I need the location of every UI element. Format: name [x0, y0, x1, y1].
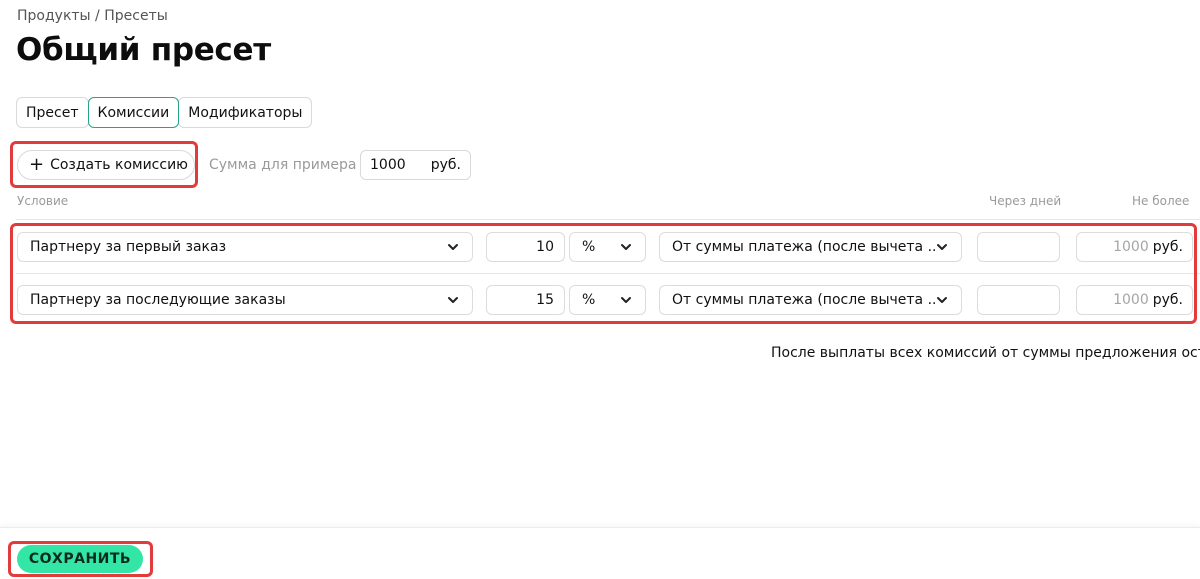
- row2-base-select[interactable]: От суммы платежа (после вычета ...: [659, 285, 962, 315]
- sample-amount-label: Сумма для примера: [209, 157, 357, 173]
- save-button[interactable]: СОХРАНИТЬ: [17, 545, 143, 573]
- chevron-down-icon: [937, 244, 947, 250]
- tab-preset[interactable]: Пресет: [16, 97, 89, 128]
- row2-base-value: От суммы платежа (после вычета ...: [672, 292, 935, 308]
- chevron-down-icon: [621, 244, 631, 250]
- column-header-limit: Не более: [1132, 194, 1190, 208]
- row1-limit-unit: руб.: [1152, 239, 1183, 255]
- row2-unit-value: %: [582, 292, 596, 308]
- commission-summary-text: После выплаты всех комиссий от суммы пре…: [771, 345, 1200, 361]
- header-divider: [16, 219, 1200, 220]
- row2-limit-placeholder: 1000: [1113, 292, 1149, 308]
- row2-value-input[interactable]: 15: [486, 285, 565, 315]
- plus-icon: +: [29, 154, 45, 175]
- row-divider: [16, 273, 1200, 274]
- create-commission-button[interactable]: + Создать комиссию: [17, 150, 195, 180]
- chevron-down-icon: [448, 297, 458, 303]
- row2-condition-value: Партнеру за последующие заказы: [30, 292, 286, 308]
- sample-amount-unit: руб.: [430, 157, 461, 173]
- column-header-days: Через дней: [989, 194, 1062, 208]
- row1-limit-placeholder: 1000: [1113, 239, 1149, 255]
- column-header-condition: Условие: [17, 194, 69, 208]
- row1-unit-select[interactable]: %: [569, 232, 646, 262]
- page-title: Общий пресет: [16, 32, 271, 68]
- row2-days-input[interactable]: [977, 285, 1060, 315]
- sample-amount-field[interactable]: 1000 руб.: [360, 150, 471, 180]
- row2-limit-unit: руб.: [1152, 292, 1183, 308]
- chevron-down-icon: [448, 244, 458, 250]
- footer-bar: [0, 527, 1200, 579]
- chevron-down-icon: [937, 297, 947, 303]
- row1-value-input[interactable]: 10: [486, 232, 565, 262]
- row1-unit-value: %: [582, 239, 596, 255]
- row2-limit-input[interactable]: 1000 руб.: [1076, 285, 1193, 315]
- tab-modifiers[interactable]: Модификаторы: [178, 97, 313, 128]
- row2-unit-select[interactable]: %: [569, 285, 646, 315]
- create-commission-label: Создать комиссию: [50, 157, 188, 173]
- breadcrumb[interactable]: Продукты / Пресеты: [17, 8, 168, 24]
- chevron-down-icon: [621, 297, 631, 303]
- row1-base-value: От суммы платежа (после вычета ...: [672, 239, 935, 255]
- row1-condition-value: Партнеру за первый заказ: [30, 239, 227, 255]
- tab-commissions[interactable]: Комиссии: [87, 97, 180, 128]
- tab-bar: Пресет Комиссии Модификаторы: [16, 97, 313, 128]
- row1-days-input[interactable]: [977, 232, 1060, 262]
- row2-condition-select[interactable]: Партнеру за последующие заказы: [17, 285, 473, 315]
- row1-base-select[interactable]: От суммы платежа (после вычета ...: [659, 232, 962, 262]
- sample-amount-value[interactable]: 1000: [370, 157, 406, 173]
- row1-condition-select[interactable]: Партнеру за первый заказ: [17, 232, 473, 262]
- row1-limit-input[interactable]: 1000 руб.: [1076, 232, 1193, 262]
